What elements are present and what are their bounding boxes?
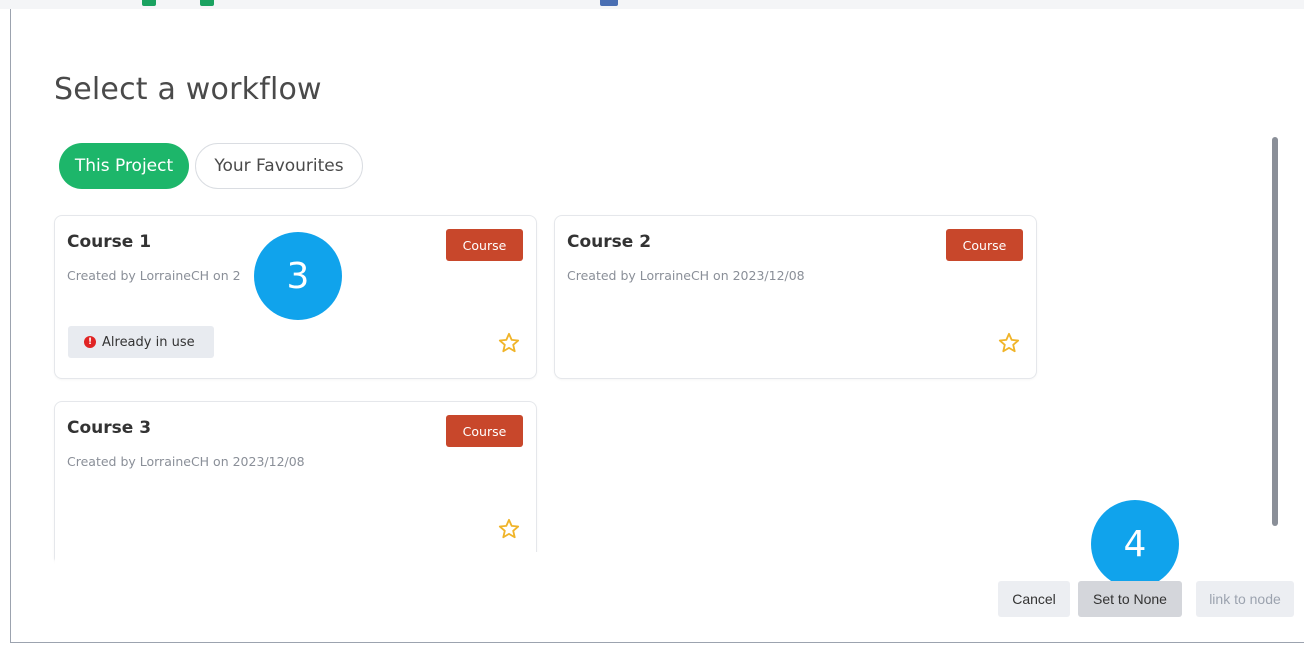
alert-icon: ! — [84, 336, 96, 348]
workflow-tabs: This Project Your Favourites — [59, 143, 363, 189]
tab-this-project[interactable]: This Project — [59, 143, 189, 189]
list-clip — [55, 552, 1085, 602]
workflow-meta: Created by LorraineCH on 2023/12/08 — [67, 454, 305, 469]
workflow-meta: Created by LorraineCH on 2 — [67, 268, 241, 283]
workflow-card[interactable]: Course 2 Created by LorraineCH on 2023/1… — [554, 215, 1037, 379]
star-icon[interactable] — [998, 332, 1020, 354]
workflow-name: Course 2 — [567, 232, 652, 252]
set-to-none-button[interactable]: Set to None — [1078, 581, 1182, 617]
status-text: Already in use — [102, 334, 195, 350]
step-marker-3: 3 — [254, 232, 342, 320]
link-to-node-button[interactable]: link to node — [1196, 581, 1294, 617]
star-icon[interactable] — [498, 518, 520, 540]
background-icon — [600, 0, 618, 6]
workflow-meta: Created by LorraineCH on 2023/12/08 — [567, 268, 805, 283]
workflow-card[interactable]: Course 3 Created by LorraineCH on 2023/1… — [54, 401, 537, 565]
status-badge: ! Already in use — [68, 326, 214, 358]
background-page-strip — [0, 0, 1304, 9]
background-icon — [142, 0, 156, 6]
workflow-type-badge: Course — [446, 415, 523, 447]
dialog-title: Select a workflow — [54, 72, 322, 107]
tab-your-favourites[interactable]: Your Favourites — [195, 143, 363, 189]
workflow-type-badge: Course — [946, 229, 1023, 261]
workflow-name: Course 3 — [67, 418, 152, 438]
workflow-type-badge: Course — [446, 229, 523, 261]
background-icon — [200, 0, 214, 6]
star-icon[interactable] — [498, 332, 520, 354]
workflow-name: Course 1 — [67, 232, 152, 252]
scrollbar[interactable] — [1272, 137, 1278, 526]
step-marker-4: 4 — [1091, 500, 1179, 588]
cancel-button[interactable]: Cancel — [998, 581, 1070, 617]
